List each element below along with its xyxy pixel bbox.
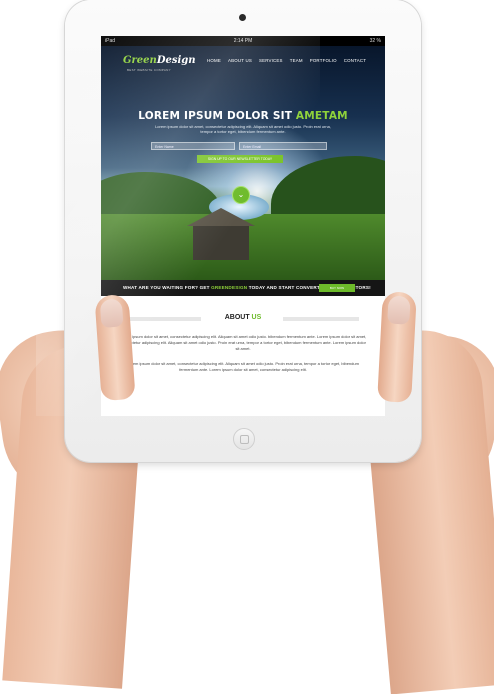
cabin xyxy=(187,208,255,260)
nav-item-contact[interactable]: CONTACT xyxy=(344,58,366,63)
clock: 2:14 PM xyxy=(233,38,253,44)
nav-menu: HOME ABOUT US SERVICES TEAM PORTFOLIO CO… xyxy=(207,58,366,63)
thumbnail xyxy=(99,298,124,328)
email-field[interactable]: Enter Email xyxy=(239,142,327,150)
about-paragraph: Lorem ipsum dolor sit amet, consectetur … xyxy=(119,334,367,351)
battery-indicator: 32 % xyxy=(369,38,381,44)
status-bar: iPad 2:14 PM 32 % xyxy=(101,36,385,46)
tablet-screen: iPad 2:14 PM 32 % GreenDesign BEST WEBSI… xyxy=(101,36,385,416)
site-logo[interactable]: GreenDesign xyxy=(123,55,196,66)
nav-item-home[interactable]: HOME xyxy=(207,58,221,63)
hero-title: LOREM IPSUM DOLOR SIT AMETAM xyxy=(138,110,348,122)
logo-tagline: BEST WEBSITE COMPANY xyxy=(127,68,171,72)
signup-button[interactable]: SIGN UP TO OUR NEWSLETTER TODAY xyxy=(197,155,283,163)
nav-item-team[interactable]: TEAM xyxy=(290,58,303,63)
about-title: ABOUT US xyxy=(224,314,262,321)
buy-now-button[interactable]: BUY NOW xyxy=(319,284,355,292)
cta-bar: WHAT ARE YOU WAITING FOR? GET GREENDESIG… xyxy=(101,280,385,296)
nav-item-portfolio[interactable]: PORTFOLIO xyxy=(310,58,337,63)
name-field[interactable]: Enter Name xyxy=(151,142,235,150)
top-nav: GreenDesign BEST WEBSITE COMPANY HOME AB… xyxy=(101,52,385,72)
right-thumb xyxy=(377,291,417,403)
left-thumb xyxy=(94,293,136,402)
chevron-down-icon[interactable]: ⌄ xyxy=(232,186,250,204)
about-section: ABOUT US Lorem ipsum dolor sit amet, con… xyxy=(101,296,385,416)
thumbnail xyxy=(387,295,411,325)
nav-item-about[interactable]: ABOUT US xyxy=(228,58,252,63)
hero-section: GreenDesign BEST WEBSITE COMPANY HOME AB… xyxy=(101,46,385,280)
nav-item-services[interactable]: SERVICES xyxy=(259,58,283,63)
home-button[interactable] xyxy=(233,428,255,450)
hero-subtitle: Lorem ipsum dolor sit amet, consectetur … xyxy=(155,124,331,134)
about-paragraph: Lorem ipsum dolor sit amet, consectetur … xyxy=(127,361,359,372)
camera-icon xyxy=(239,14,246,21)
